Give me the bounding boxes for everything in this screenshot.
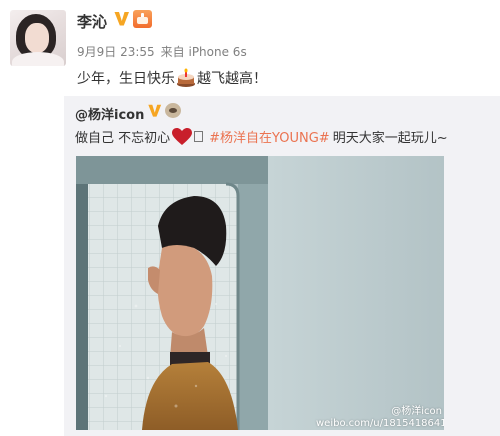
post-meta: 9月9日 23:55 来自 iPhone 6s (77, 43, 253, 60)
repost-text: 做自己 不忘初心 #杨洋自在YOUNG# 明天大家一起玩儿~ (75, 127, 448, 146)
repost-hashtag[interactable]: #杨洋自在YOUNG# (209, 127, 330, 146)
repost-photo[interactable]: @杨洋icon weibo.com/u/1815418641 (76, 156, 444, 430)
repost-photo-image (76, 156, 444, 430)
verified-v-icon (114, 12, 129, 26)
photo-watermark: @杨洋icon weibo.com/u/1815418641 (316, 406, 444, 430)
post-source: 来自 iPhone 6s (160, 45, 247, 59)
author-avatar[interactable] (10, 10, 66, 66)
sloth-badge-icon (165, 103, 181, 118)
repost-card[interactable]: @杨洋icon 做自己 不忘初心 #杨洋自在YOUNG# 明天大家一起玩儿~ @… (64, 96, 500, 436)
post-timestamp[interactable]: 9月9日 23:55 (77, 45, 155, 59)
author-name[interactable]: 李沁 (77, 11, 107, 32)
repost-verified-v-icon (148, 104, 162, 117)
missing-glyph-icon (194, 131, 204, 142)
post-text-after: 越飞越高！ (197, 71, 267, 87)
post-text: 少年，生日快乐 越飞越高！ (77, 68, 267, 88)
repost-text-before: 做自己 不忘初心 (75, 131, 171, 146)
repost-author[interactable]: @杨洋icon (75, 104, 144, 123)
heart-icon (172, 127, 193, 145)
member-badge-icon[interactable] (133, 10, 152, 28)
photo-watermark-url: weibo.com/u/1815418641 (316, 418, 444, 429)
photo-watermark-author: @杨洋icon (391, 406, 442, 417)
birthday-cake-emoji-icon (177, 68, 195, 87)
repost-text-after: 明天大家一起玩儿~ (332, 131, 448, 146)
post-text-before: 少年，生日快乐 (77, 71, 175, 87)
